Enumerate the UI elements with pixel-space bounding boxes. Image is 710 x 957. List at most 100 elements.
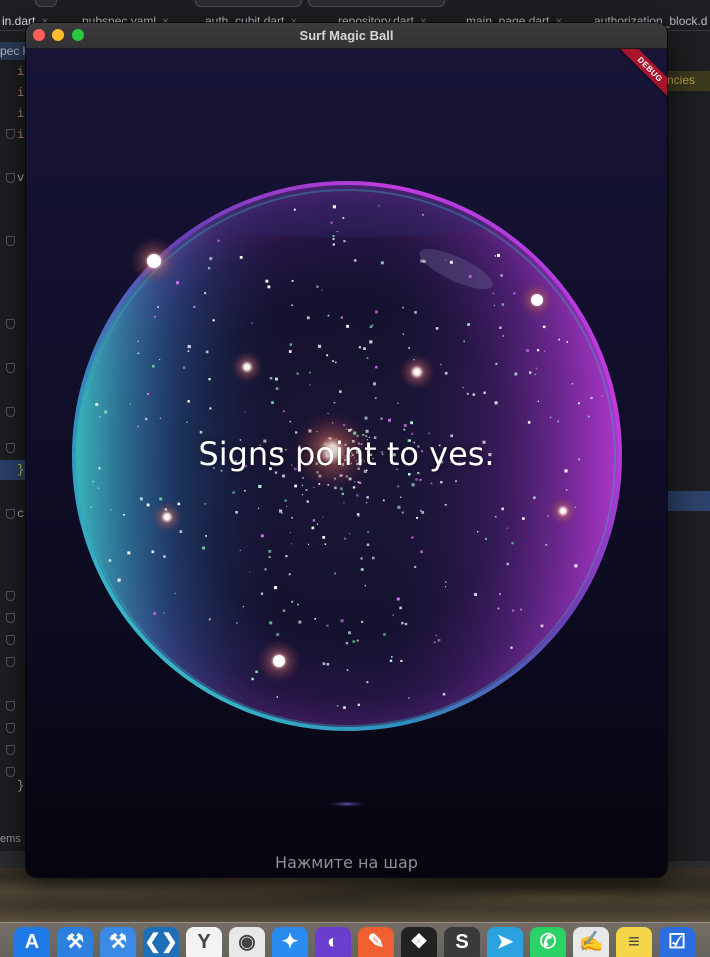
sparkle-particle: [343, 501, 345, 504]
sparkle-particle: [251, 677, 254, 681]
fold-icon[interactable]: [6, 363, 15, 373]
sparkle-particle: [542, 325, 546, 329]
glow-star: [231, 351, 263, 383]
sparkle-particle: [494, 401, 498, 405]
glow-star-core: [531, 294, 543, 306]
ide-right-pane: ncies 2: [667, 31, 710, 897]
sparkle-particle: [547, 515, 549, 517]
ide-project-strip[interactable]: pec l: [0, 42, 26, 60]
sparkle-particle: [397, 505, 401, 509]
fold-icon[interactable]: [6, 509, 15, 519]
sparkle-particle: [477, 531, 479, 533]
fold-icon[interactable]: [6, 767, 15, 777]
sparkle-particle: [209, 407, 212, 410]
sparkle-particle: [163, 555, 166, 558]
sparkle-particle: [428, 432, 430, 434]
sparkle-particle: [258, 507, 260, 509]
app-store-icon[interactable]: A: [14, 927, 50, 957]
sparkle-particle: [242, 606, 244, 608]
sparkle-particle: [361, 620, 364, 623]
fold-icon[interactable]: [6, 407, 15, 417]
sparkle-particle: [526, 349, 530, 353]
xcode-tools-icon[interactable]: ⚒: [100, 927, 136, 957]
tor-browser-icon[interactable]: ◐: [315, 927, 351, 957]
sparkle-particle: [260, 592, 264, 595]
sparkle-particle: [268, 549, 272, 553]
sparkle-particle: [209, 257, 213, 261]
sparkle-particle: [408, 473, 411, 476]
sparkle-particle: [333, 401, 336, 404]
fold-icon[interactable]: [6, 701, 15, 711]
sparkle-particle: [291, 600, 294, 603]
whatsapp-icon[interactable]: ✆: [530, 927, 566, 957]
fold-icon[interactable]: [6, 591, 15, 601]
sparkle-particle: [326, 354, 329, 357]
sparkle-particle: [497, 253, 500, 257]
vscode-icon[interactable]: ❮❯: [143, 927, 179, 957]
sparkle-particle: [151, 550, 155, 554]
sublime-text-icon[interactable]: S: [444, 927, 480, 957]
telegram-icon[interactable]: ➤: [487, 927, 523, 957]
xcode-icon[interactable]: ⚒: [57, 927, 93, 957]
sparkle-particle: [336, 705, 339, 707]
sparkle-particle: [383, 499, 385, 502]
sparkle-particle: [244, 489, 246, 492]
sparkle-particle: [239, 256, 243, 259]
sparkle-particle: [399, 606, 402, 610]
sparkle-particle: [293, 208, 296, 211]
reminders-icon[interactable]: ☑: [659, 927, 695, 957]
sparkle-particle: [298, 620, 302, 624]
fold-icon[interactable]: [6, 657, 15, 667]
sparkle-particle: [494, 515, 497, 518]
sparkle-particle: [444, 371, 448, 375]
yandex-browser-icon[interactable]: Y: [186, 927, 222, 957]
fold-icon[interactable]: [6, 173, 15, 183]
sparkle-particle: [343, 706, 346, 709]
fold-icon[interactable]: [6, 236, 15, 246]
fold-icon[interactable]: [6, 613, 15, 623]
sparkle-particle: [402, 333, 404, 335]
postman-icon[interactable]: ✎: [358, 927, 394, 957]
sparkle-particle: [193, 305, 196, 308]
sparkle-particle: [129, 403, 131, 405]
sparkle-particle: [326, 624, 329, 627]
sparkle-particle: [401, 621, 404, 625]
chrome-icon[interactable]: ◉: [229, 927, 265, 957]
fold-icon[interactable]: [6, 635, 15, 645]
sparkle-particle: [136, 425, 139, 428]
sparkle-particle: [342, 217, 345, 219]
title-bar[interactable]: Surf Magic Ball: [26, 23, 667, 49]
notes-icon[interactable]: ≡: [616, 927, 652, 957]
ide-dependencies-link[interactable]: ncies: [667, 73, 695, 87]
sparkle-particle: [392, 614, 394, 616]
sparkle-particle: [163, 612, 165, 614]
sparkle-particle: [349, 533, 351, 535]
sparkle-particle: [108, 559, 112, 562]
sparkle-particle: [123, 514, 125, 516]
sparkle-particle: [326, 663, 330, 666]
sparkle-particle: [400, 496, 402, 498]
fold-icon[interactable]: [6, 443, 15, 453]
fold-icon[interactable]: [6, 745, 15, 755]
textedit-icon[interactable]: ✍: [573, 927, 609, 957]
figma-icon[interactable]: ❖: [401, 927, 437, 957]
sparkle-particle: [159, 497, 163, 501]
sparkle-particle: [244, 411, 246, 413]
fold-icon[interactable]: [6, 319, 15, 329]
sparkle-particle: [468, 275, 472, 278]
sparkle-particle: [501, 507, 504, 511]
sparkle-particle: [501, 303, 505, 306]
sparkle-particle: [289, 420, 291, 423]
sparkle-particle: [265, 279, 269, 283]
sparkle-particle: [324, 543, 327, 545]
fold-icon[interactable]: [6, 129, 15, 139]
sparkle-particle: [186, 421, 188, 423]
sparkle-particle: [416, 516, 419, 519]
sparkle-particle: [520, 608, 522, 611]
fold-icon[interactable]: [6, 723, 15, 733]
sparkle-particle: [348, 631, 351, 635]
sparkle-particle: [402, 306, 405, 309]
sparkle-particle: [288, 573, 291, 576]
safari-icon[interactable]: ✦: [272, 927, 308, 957]
sparkle-particle: [159, 359, 161, 361]
